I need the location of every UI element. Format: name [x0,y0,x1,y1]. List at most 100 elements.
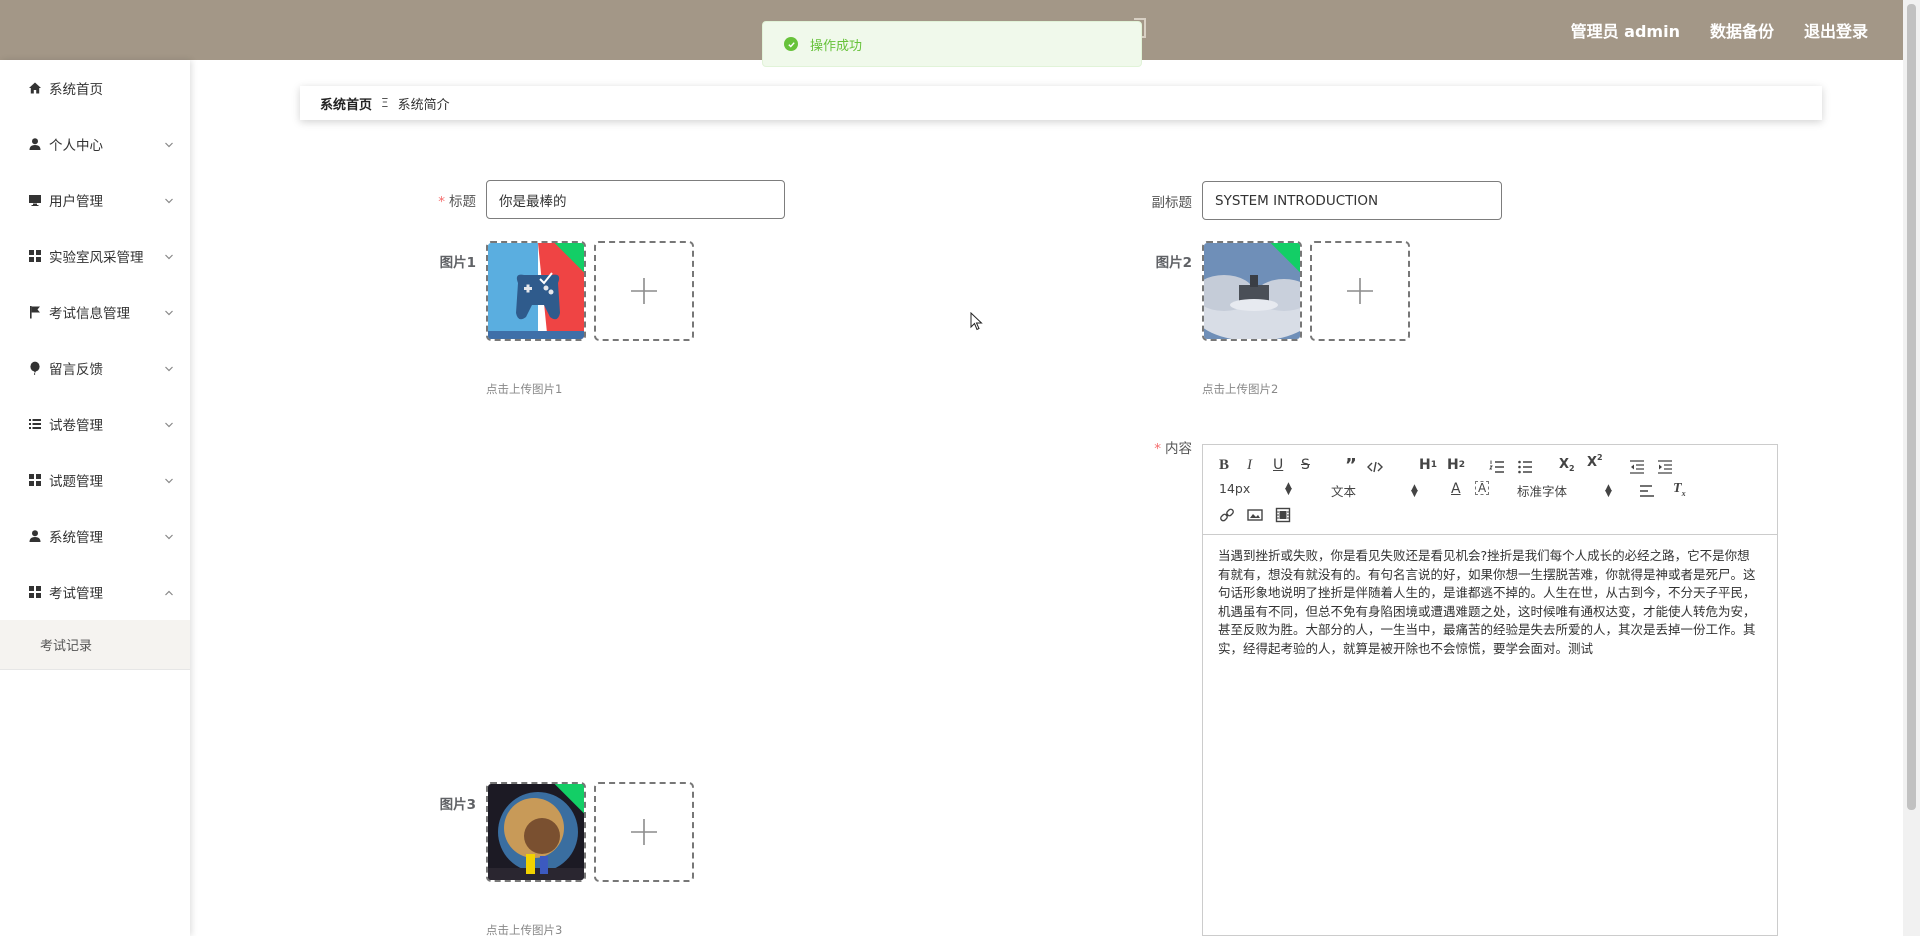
sidebar-item-label: 实验室风采管理 [49,250,144,266]
sidebar-item-3[interactable]: 实验室风采管理 [0,228,190,284]
ordered-list-icon [1489,460,1504,473]
grid-icon [28,585,42,599]
monitor-icon [28,193,42,207]
chevron-down-icon [164,418,174,428]
sidebar-item-2[interactable]: 用户管理 [0,172,190,228]
video-button[interactable] [1275,507,1291,523]
plus-icon [631,819,657,845]
toast-message: 操作成功 [810,38,863,54]
sidebar-item-label: 系统首页 [49,82,103,98]
backup-link[interactable]: 数据备份 [1710,18,1774,42]
outdent-button[interactable] [1629,459,1645,475]
sidebar-item-label: 试题管理 [49,474,103,490]
ordered-list-button[interactable] [1489,459,1505,475]
font-size-select[interactable]: 14px ▲ ▼ [1219,481,1299,496]
sidebar-item-label: 留言反馈 [49,362,103,378]
image1-upload-button[interactable] [594,241,694,341]
font-color-button[interactable]: A [1451,481,1461,497]
sidebar: 系统首页个人中心用户管理实验室风采管理 考试信息管理 留言反馈试卷管理试题管理系统管… [0,60,190,936]
image2-thumbnail[interactable] [1202,241,1302,341]
balloon-icon [28,361,42,375]
outdent-icon [1630,460,1644,474]
chevron-down-icon [164,250,174,260]
italic-button[interactable]: I [1247,457,1252,474]
rich-text-editor: B I U S ” H1 H2 X2 X2 14px ▲ ▼ 文本 ▲ ▼ A … [1202,444,1778,936]
indent-icon [1658,460,1672,474]
logout-link[interactable]: 退出登录 [1804,18,1868,42]
sidebar-item-label: 考试管理 [49,586,103,602]
image1-tip: 点击上传图片1 [486,382,563,396]
clear-format-button[interactable]: Tx [1673,481,1686,498]
subtitle-label: 副标题 [1151,195,1193,211]
sidebar-subitem-exam-records[interactable]: 考试记录 [0,620,190,670]
user-icon [28,529,42,543]
chevron-down-icon [164,530,174,540]
image1-label: 图片1 [439,255,476,271]
link-button[interactable] [1219,507,1235,523]
align-left-icon [1640,485,1654,497]
font-family-value: 标准字体 [1517,484,1568,499]
superscript-button[interactable]: X2 [1587,453,1603,470]
underline-button[interactable]: U [1273,457,1283,473]
select-arrows-icon: ▲ ▼ [1411,482,1418,499]
link-icon [1220,508,1234,522]
image3-thumbnail[interactable] [486,782,586,882]
subtitle-input[interactable]: SYSTEM INTRODUCTION [1202,181,1502,220]
list-icon [28,417,42,431]
header-select[interactable]: 文本 ▲ ▼ [1331,481,1423,500]
grid-icon [28,473,42,487]
chevron-down-icon [164,306,174,316]
grid-icon [28,249,42,263]
code-button[interactable] [1367,459,1383,475]
breadcrumb-separator: Ξ [381,96,389,110]
editor-toolbar: B I U S ” H1 H2 X2 X2 14px ▲ ▼ 文本 ▲ ▼ A … [1203,445,1777,535]
sidebar-item-5[interactable]: 留言反馈 [0,340,190,396]
sidebar-item-label: 用户管理 [49,194,103,210]
flag-icon [28,305,42,319]
image2-upload-button[interactable] [1310,241,1410,341]
image-icon [1247,509,1263,521]
scrollbar-thumb[interactable] [1907,4,1916,810]
font-family-select[interactable]: 标准字体 ▲ ▼ [1517,481,1617,500]
image3-label: 图片3 [439,797,476,813]
editor-content[interactable]: 当遇到挫折或失败，你是看见失败还是看见机会?挫折是我们每个人成长的必经之路，它不… [1203,535,1777,670]
check-circle-icon [784,37,798,51]
sidebar-item-6[interactable]: 试卷管理 [0,396,190,452]
h2-button[interactable]: H2 [1447,457,1465,473]
bold-button[interactable]: B [1219,457,1229,474]
sidebar-item-9[interactable]: 考试管理 [0,564,190,620]
chevron-down-icon [164,362,174,372]
chevron-down-icon [164,474,174,484]
sidebar-item-8[interactable]: 系统管理 [0,508,190,564]
h1-button[interactable]: H1 [1419,457,1437,473]
title-input[interactable]: 你是最棒的 [486,180,785,219]
success-toast: 操作成功 [762,21,1142,67]
bullet-list-button[interactable] [1517,459,1533,475]
sidebar-item-0[interactable]: 系统首页 [0,60,190,116]
breadcrumb: 系统首页 Ξ 系统简介 [300,86,1822,120]
sidebar-item-7[interactable]: 试题管理 [0,452,190,508]
sidebar-item-4[interactable]: 考试信息管理 [0,284,190,340]
image1-thumbnail[interactable] [486,241,586,341]
image2-label: 图片2 [1155,255,1192,271]
align-button[interactable] [1639,483,1655,499]
sidebar-item-1[interactable]: 个人中心 [0,116,190,172]
title-label: * 标题 [438,194,476,210]
background-color-button[interactable]: A [1475,481,1490,495]
home-icon [28,81,42,95]
strike-button[interactable]: S [1301,457,1310,473]
sidebar-item-label: 考试信息管理 [49,306,130,322]
indent-button[interactable] [1657,459,1673,475]
page-scrollbar[interactable] [1903,0,1920,936]
breadcrumb-home[interactable]: 系统首页 [320,94,372,113]
blockquote-button[interactable]: ” [1345,455,1357,476]
film-icon [1275,507,1291,523]
image-button[interactable] [1247,507,1263,523]
content-label: * 内容 [1154,441,1192,457]
image3-upload-button[interactable] [594,782,694,882]
sidebar-menu: 系统首页个人中心用户管理实验室风采管理 考试信息管理 留言反馈试卷管理试题管理系统管… [0,60,190,620]
select-arrows-icon: ▲ ▼ [1285,480,1292,497]
subscript-button[interactable]: X2 [1559,457,1575,473]
select-arrows-icon: ▲ ▼ [1605,482,1612,499]
admin-label[interactable]: 管理员 admin [1571,18,1680,42]
